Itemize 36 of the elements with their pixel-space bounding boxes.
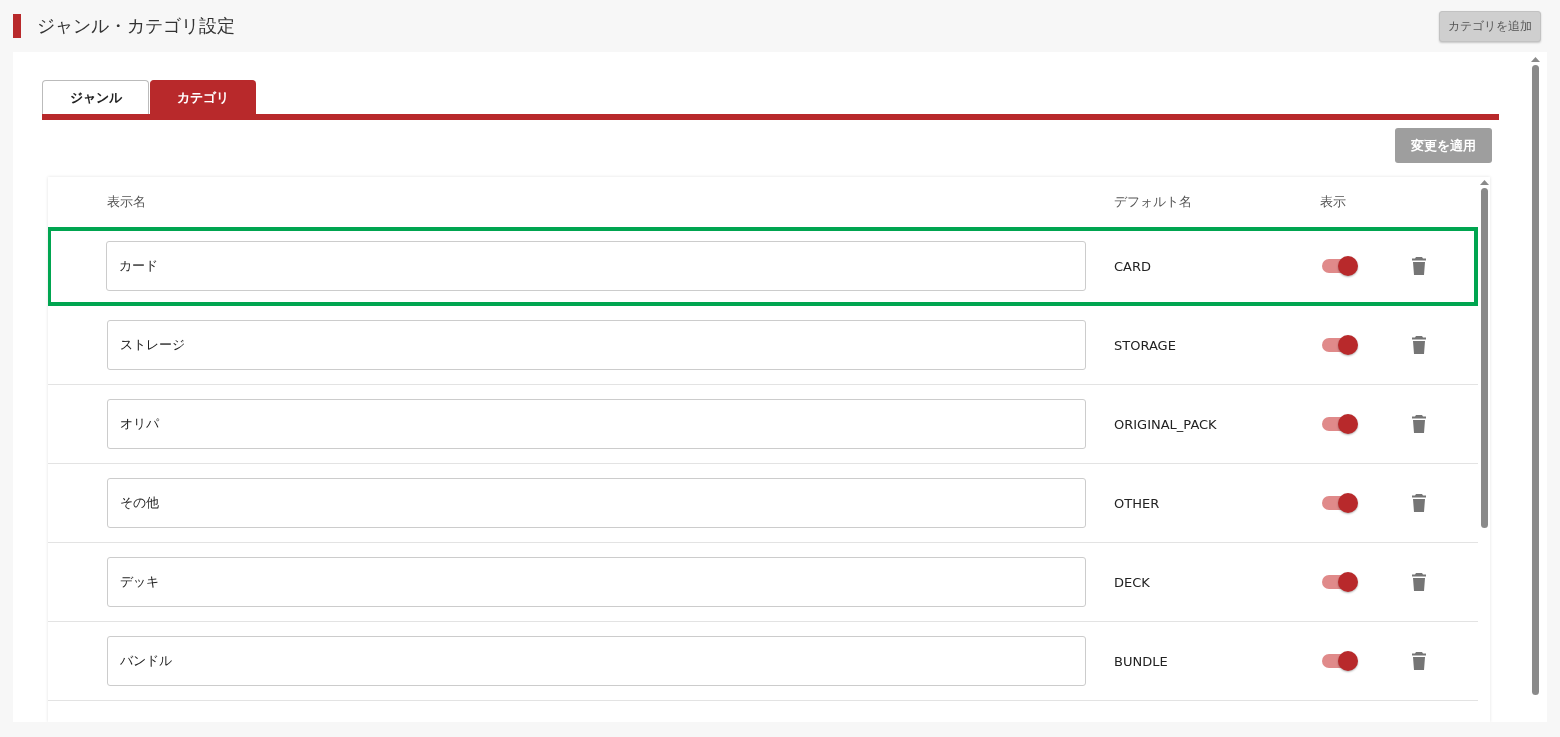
trash-icon[interactable] [1412,573,1426,591]
default-name-cell-text: ORIGINAL_PACK [1114,416,1218,432]
visibility-toggle[interactable] [1322,575,1356,589]
display-name-input[interactable]: オリパ [107,399,1086,449]
trash-icon[interactable] [1412,652,1426,670]
visibility-toggle[interactable] [1322,338,1356,352]
default-name-cell-text: CARD [1114,258,1152,274]
add-category-button[interactable]: カテゴリを追加 [1439,10,1541,42]
column-header: デフォルト名 [1114,193,1193,211]
display-name-input[interactable]: バンドル [107,636,1086,686]
column-header: 表示 [1320,193,1347,211]
default-name-cell-text: STORAGE [1114,337,1177,353]
trash-icon[interactable] [1412,415,1426,433]
title-accent-bar [13,14,21,38]
trash-icon[interactable] [1412,257,1426,275]
tab[interactable]: ジャンル [42,80,149,114]
tab[interactable]: カテゴリ [150,80,256,114]
trash-icon[interactable] [1412,494,1426,512]
scroll-up-arrow-icon[interactable] [1530,56,1540,63]
default-name-cell-text: BUNDLE [1114,653,1169,669]
visibility-toggle[interactable] [1322,259,1356,273]
trash-icon[interactable] [1412,336,1426,354]
visibility-toggle[interactable] [1322,417,1356,431]
display-name-input[interactable]: カード [106,241,1086,291]
default-name-cell-text: DECK [1114,574,1151,590]
display-name-input[interactable]: ストレージ [107,320,1086,370]
display-name-input[interactable]: デッキ [107,557,1086,607]
column-header: 表示名 [107,193,147,211]
scrollbar-thumb[interactable] [1480,188,1488,528]
visibility-toggle[interactable] [1322,654,1356,668]
page-title: ジャンル・カテゴリ設定 [37,14,235,38]
scrollbar-thumb[interactable] [1531,65,1539,695]
visibility-toggle[interactable] [1322,496,1356,510]
display-name-input[interactable]: その他 [107,478,1086,528]
scroll-up-arrow-icon[interactable] [1479,179,1489,186]
default-name-cell-text: OTHER [1114,495,1161,511]
